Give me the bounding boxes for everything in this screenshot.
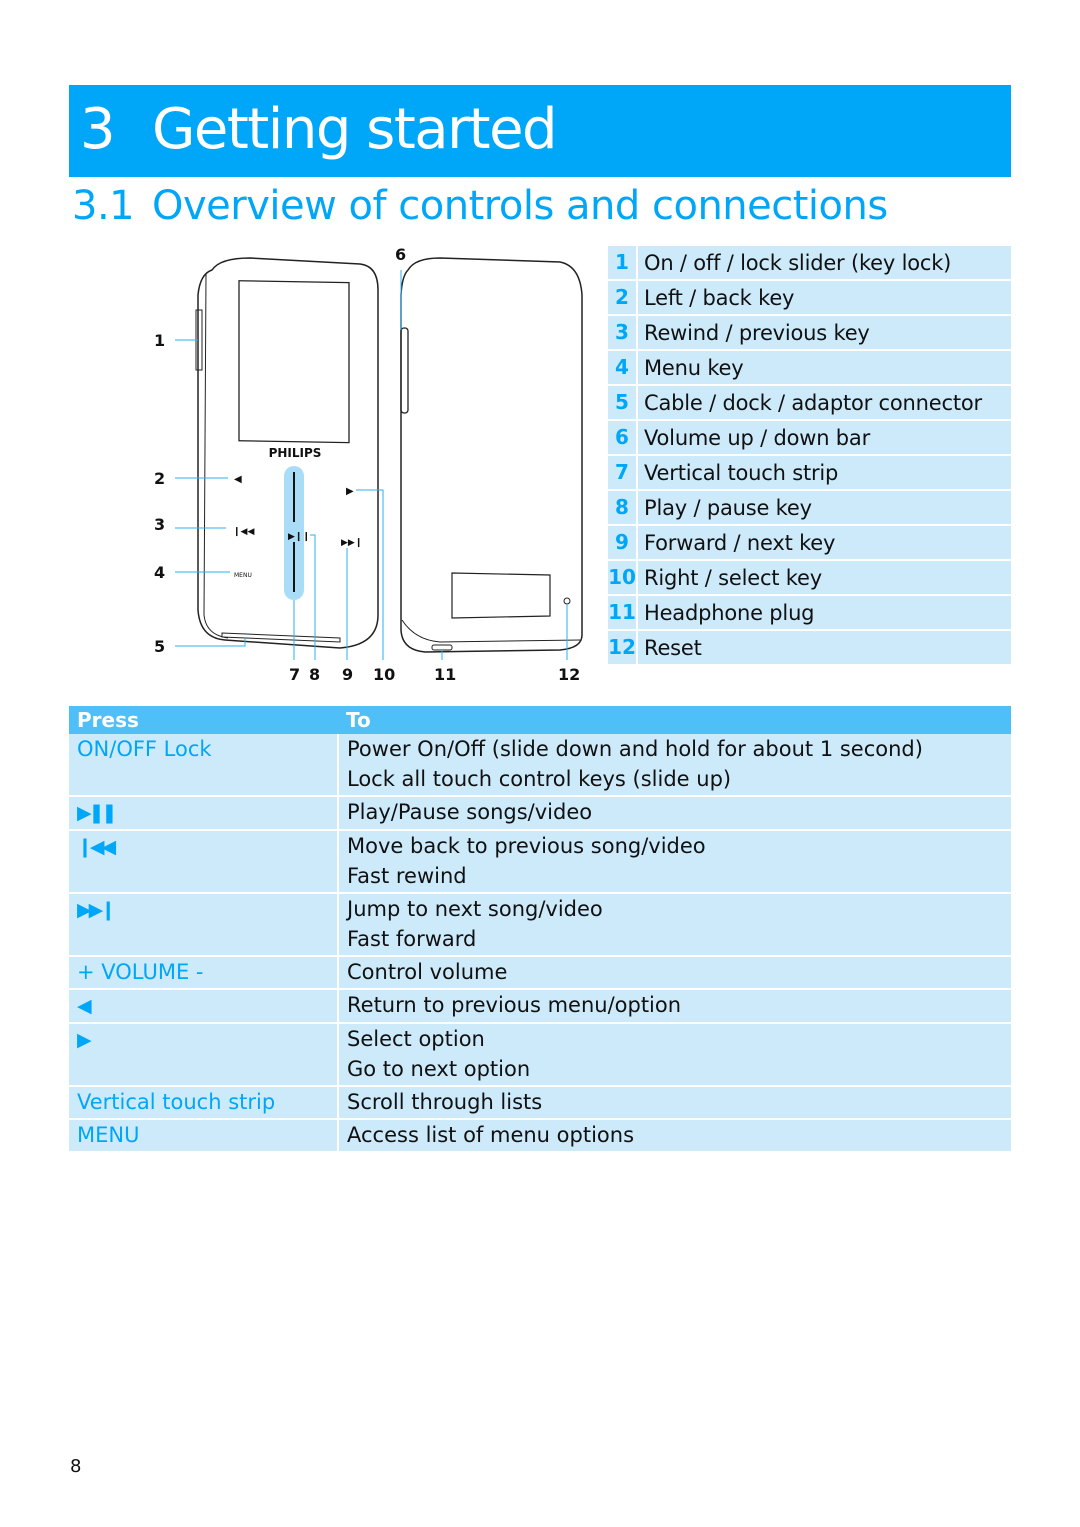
callout-10: 10 <box>373 665 395 684</box>
device-diagram: PHILIPS ▶❙❙ ◀ ▶ ❙◀◀ ▶▶❙ MENU 1 2 3 4 5 6… <box>154 245 583 684</box>
action-text: Fast rewind <box>347 864 467 888</box>
action-text: Play/Pause songs/video <box>347 800 593 824</box>
play-pause-icon: ▶❚❚ <box>77 802 117 824</box>
play-pause-glyph: ▶❙❙ <box>288 532 310 542</box>
previous-icon: ❙◀◀ <box>77 836 116 858</box>
callout-9: 9 <box>342 665 353 684</box>
legend-item: 5 Cable / dock / adaptor connector <box>608 386 1011 419</box>
action-text: Lock all touch control keys (slide up) <box>347 767 732 791</box>
callout-2: 2 <box>154 469 165 488</box>
key-label: Vertical touch strip <box>69 1086 339 1120</box>
callout-7: 7 <box>289 665 300 684</box>
callout-1: 1 <box>154 331 165 350</box>
table-row: ON/OFF Lock Power On/Off (slide down and… <box>69 734 1011 797</box>
table-row: ❙◀◀ Move back to previous song/video Fast… <box>69 830 1011 894</box>
callout-8: 8 <box>309 665 320 684</box>
legend-item: 2 Left / back key <box>608 281 1011 314</box>
chapter-title: 3 Getting started <box>80 90 558 170</box>
menu-glyph: MENU <box>234 572 252 579</box>
table-row: ▶▶❙ Jump to next song/video Fast forward <box>69 893 1011 957</box>
action-text: Power On/Off (slide down and hold for ab… <box>347 737 923 761</box>
legend-item: 6 Volume up / down bar <box>608 421 1011 454</box>
table-row: ▶ Select option Go to next option <box>69 1023 1011 1087</box>
table-row: ▶❚❚ Play/Pause songs/video <box>69 796 1011 831</box>
legend-item: 11 Headphone plug <box>608 596 1011 629</box>
legend-item: 12 Reset <box>608 631 1011 664</box>
right-arrow-icon: ▶ <box>77 1029 92 1051</box>
action-text: Control volume <box>347 960 508 984</box>
key-label: ON/OFF Lock <box>69 734 339 797</box>
table-row: ◀ Return to previous menu/option <box>69 989 1011 1024</box>
prev-glyph: ❙◀◀ <box>233 527 254 537</box>
callout-lines <box>175 270 568 660</box>
action-text: Return to previous menu/option <box>347 993 682 1017</box>
controls-legend: 1 On / off / lock slider (key lock) 2 Left… <box>608 246 1011 666</box>
callout-3: 3 <box>154 515 165 534</box>
device-illustration: PHILIPS ▶❙❙ ◀ ▶ ❙◀◀ ▶▶❙ MENU 1 2 3 4 5 6… <box>140 240 600 690</box>
callout-12: 12 <box>558 665 580 684</box>
press-to-table: Press To ON/OFF Lock Power On/Off (slide… <box>69 706 1011 1153</box>
back-label-panel <box>451 572 551 619</box>
next-icon: ▶▶❙ <box>77 899 116 921</box>
callout-4: 4 <box>154 563 165 582</box>
legend-item: 9 Forward / next key <box>608 526 1011 559</box>
section-number: 3.1 <box>72 183 135 229</box>
legend-item: 10 Right / select key <box>608 561 1011 594</box>
legend-item: 7 Vertical touch strip <box>608 456 1011 489</box>
next-glyph: ▶▶❙ <box>341 538 362 548</box>
chapter-number: 3 <box>80 97 116 162</box>
volume-bar <box>400 327 409 414</box>
action-text: Fast forward <box>347 927 477 951</box>
action-text: Move back to previous song/video <box>347 834 706 858</box>
table-row: + VOLUME - Control volume <box>69 956 1011 990</box>
right-glyph: ▶ <box>346 486 354 497</box>
legend-item: 1 On / off / lock slider (key lock) <box>608 246 1011 279</box>
action-text: Go to next option <box>347 1057 531 1081</box>
left-arrow-icon: ◀ <box>77 995 92 1017</box>
brand-logo: PHILIPS <box>269 446 322 460</box>
key-label: + VOLUME - <box>69 956 339 990</box>
chapter-title-text: Getting started <box>152 97 558 162</box>
headphone-jack <box>431 644 453 651</box>
table-header-row: Press To <box>69 706 1011 734</box>
legend-item: 8 Play / pause key <box>608 491 1011 524</box>
page-number: 8 <box>70 1456 82 1477</box>
header-press: Press <box>69 706 338 734</box>
key-label: MENU <box>69 1119 339 1153</box>
header-to: To <box>338 706 1011 734</box>
callout-11: 11 <box>434 665 456 684</box>
table-row: MENU Access list of menu options <box>69 1119 1011 1153</box>
legend-item: 4 Menu key <box>608 351 1011 384</box>
front-device-side-edge <box>203 273 229 639</box>
reset-hole <box>563 597 571 605</box>
section-title-text: Overview of controls and connections <box>152 183 888 229</box>
front-device-screen <box>238 280 350 444</box>
callout-6: 6 <box>395 245 406 264</box>
legend-item: 3 Rewind / previous key <box>608 316 1011 349</box>
action-text: Select option <box>347 1027 485 1051</box>
section-title: 3.1 Overview of controls and connections <box>72 180 888 232</box>
action-text: Access list of menu options <box>347 1123 635 1147</box>
action-text: Scroll through lists <box>347 1090 543 1114</box>
table-row: Vertical touch strip Scroll through list… <box>69 1086 1011 1120</box>
left-glyph: ◀ <box>234 474 242 485</box>
callout-5: 5 <box>154 637 165 656</box>
action-text: Jump to next song/video <box>347 897 603 921</box>
back-device-outline <box>400 257 583 653</box>
